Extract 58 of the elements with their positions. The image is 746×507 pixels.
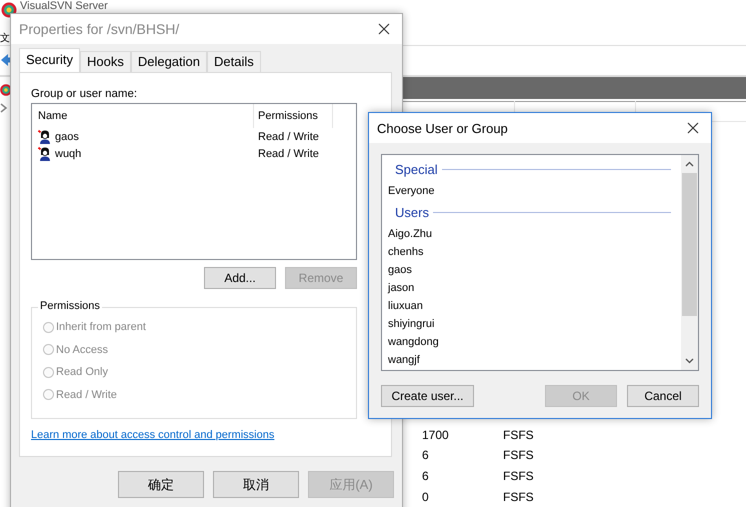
table-cell-text: FSFS (503, 428, 535, 442)
help-link[interactable]: Learn more about access control and permissions (31, 429, 274, 441)
table-cell-text: 6 (421, 468, 430, 483)
tab[interactable]: Hooks (80, 51, 131, 72)
list-row[interactable]: gaos Read / Write (32, 128, 356, 145)
radio-label: Inherit from parent (56, 321, 146, 334)
list-item[interactable]: wangdong (388, 333, 681, 351)
tab[interactable]: Details (206, 51, 261, 72)
user-name: gaos (55, 130, 80, 142)
permission-text: Read / Write (258, 130, 319, 142)
radio-label: Read / Write (56, 388, 117, 401)
tab[interactable]: Security (19, 48, 80, 72)
list-item[interactable]: liuxuan (388, 297, 681, 315)
button[interactable]: Add... (204, 267, 276, 289)
scroll-down-icon (685, 358, 694, 364)
scroll-thumb[interactable] (682, 173, 697, 316)
user-icon (38, 130, 52, 144)
table-cell-text: FSFS (503, 448, 535, 462)
scrollbar[interactable] (681, 155, 698, 370)
chevron-icon (0, 103, 8, 114)
button[interactable]: Create user... (381, 385, 474, 407)
list-item[interactable]: wangjf (388, 351, 681, 369)
list-row[interactable]: wuqh Read / Write (32, 145, 356, 162)
group-header: Special (395, 162, 438, 176)
list-item[interactable]: jason (388, 279, 681, 297)
button[interactable]: 确定 (118, 471, 204, 498)
list-item[interactable]: Aigo.Zhu (388, 225, 681, 243)
radio-label: No Access (56, 344, 108, 356)
group-title: Permissions (38, 300, 102, 312)
table-cell-text: 6 (421, 448, 430, 462)
list-item[interactable]: shiyingrui (388, 315, 681, 333)
scroll-up-icon (685, 161, 694, 167)
window-title: VisualSVN Server (20, 0, 108, 12)
list-label: Group or user name: (31, 88, 138, 102)
tab[interactable]: Delegation (130, 51, 207, 72)
list-item[interactable]: Everyone (388, 182, 681, 200)
table-cell-text: FSFS (503, 468, 535, 483)
close-icon (378, 23, 390, 35)
dialog-title: Properties for /svn/BHSH/ (19, 21, 180, 37)
button[interactable]: Cancel (627, 385, 699, 407)
group-header: Users (395, 204, 429, 220)
permission-text: Read / Write (258, 148, 319, 160)
list-item[interactable]: chenhs (388, 243, 681, 261)
user-name: wuqh (55, 148, 82, 160)
table-cell-text: 1700 (421, 428, 450, 442)
user-icon (38, 146, 52, 160)
menu-item[interactable]: 文 (0, 32, 10, 45)
column-header[interactable]: Name (32, 104, 254, 128)
user-list[interactable]: Special Everyone Users Aigo.Zhu chenhs gaos jason liuxuan shiyingrui wangdong wangjf (381, 154, 699, 371)
table-cell-text: FSFS (503, 490, 535, 504)
list-item[interactable]: gaos (388, 261, 681, 279)
close-icon (687, 122, 699, 134)
button[interactable]: 取消 (213, 471, 299, 498)
dialog-title: Choose User or Group (377, 120, 508, 136)
user-list[interactable]: Name Permissions gaos Read / Write wuqh Read / Write (31, 103, 357, 260)
table-cell-text: 0 (421, 490, 430, 504)
column-header[interactable]: Permissions (254, 104, 333, 128)
radio-label: Read Only (56, 366, 108, 378)
